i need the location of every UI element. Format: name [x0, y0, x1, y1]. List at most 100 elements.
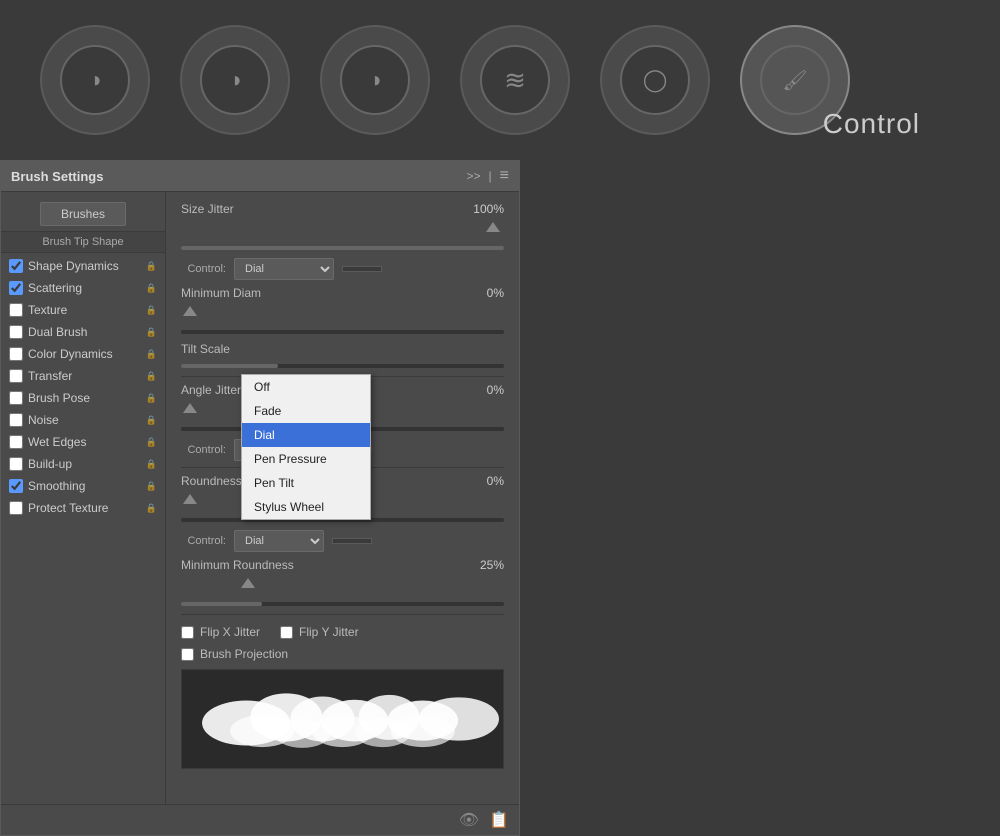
min-roundness-value: 25%: [480, 558, 504, 572]
dropdown-item-fade[interactable]: Fade: [242, 399, 370, 423]
min-diameter-triangle: [183, 306, 197, 316]
angle-jitter-triangle: [183, 403, 197, 413]
flip-y-row: Flip Y Jitter: [280, 625, 359, 639]
flip-x-label: Flip X Jitter: [200, 625, 260, 639]
size-jitter-slider-row: [181, 224, 504, 250]
control-row-label-1: Control:: [181, 263, 226, 275]
min-roundness-row: Minimum Roundness 25%: [181, 558, 504, 572]
sidebar-checkbox-11[interactable]: [9, 501, 23, 515]
min-roundness-triangle: [241, 578, 255, 588]
dropdown-item-pen-pressure[interactable]: Pen Pressure: [242, 447, 370, 471]
brush-preset-5[interactable]: ◯: [600, 25, 710, 135]
sidebar-checkbox-0[interactable]: [9, 259, 23, 273]
sidebar-item-smoothing[interactable]: Smoothing🔒: [1, 475, 165, 497]
copy-icon[interactable]: 📋: [489, 810, 509, 830]
sidebar-item-scattering[interactable]: Scattering🔒: [1, 277, 165, 299]
lock-icon-5: 🔒: [146, 371, 157, 382]
min-roundness-fill: [181, 602, 262, 606]
brushes-btn-container: Brushes: [9, 202, 157, 226]
sidebar-checkbox-9[interactable]: [9, 457, 23, 471]
brushes-button[interactable]: Brushes: [40, 202, 126, 226]
brush-projection-checkbox[interactable]: [181, 648, 194, 661]
sidebar-label-3: Dual Brush: [28, 325, 141, 339]
sidebar-label-9: Build-up: [28, 457, 141, 471]
dropdown-item-stylus-wheel[interactable]: Stylus Wheel: [242, 495, 370, 519]
size-jitter-track: [181, 246, 504, 250]
brush-projection-row: Brush Projection: [181, 647, 504, 661]
preset-icon-6: 🖌: [782, 68, 807, 93]
sidebar-item-brush-pose[interactable]: Brush Pose🔒: [1, 387, 165, 409]
dropdown-item-off[interactable]: Off: [242, 375, 370, 399]
sidebar-label-7: Noise: [28, 413, 141, 427]
sidebar-item-texture[interactable]: Texture 🔒: [1, 299, 165, 321]
brush-settings-panel: Brush Settings >> | ≡ Brushes Brush Tip …: [0, 160, 520, 836]
control-dropdown-overlay: Off Fade Dial Pen Pressure Pen Tilt Styl…: [241, 374, 371, 520]
sidebar-item-dual-brush[interactable]: Dual Brush🔒: [1, 321, 165, 343]
sidebar-label-5: Transfer: [28, 369, 141, 383]
size-jitter-label: Size Jitter: [181, 202, 234, 216]
sidebar-checkbox-4[interactable]: [9, 347, 23, 361]
flip-x-checkbox[interactable]: [181, 626, 194, 639]
dropdown-item-dial[interactable]: Dial: [242, 423, 370, 447]
eye-icon[interactable]: 👁: [459, 810, 479, 830]
sidebar-checkbox-6[interactable]: [9, 391, 23, 405]
sidebar-item-transfer[interactable]: Transfer 🔒: [1, 365, 165, 387]
dropdown-item-pen-tilt[interactable]: Pen Tilt: [242, 471, 370, 495]
sidebar-checkbox-10[interactable]: [9, 479, 23, 493]
sidebar-checkbox-3[interactable]: [9, 325, 23, 339]
sidebar-item-noise[interactable]: Noise 🔒: [1, 409, 165, 431]
sidebar-checkbox-7[interactable]: [9, 413, 23, 427]
brush-preset-4[interactable]: ≋: [460, 25, 570, 135]
angle-jitter-label: Angle Jitter: [181, 383, 241, 397]
sidebar-item-build-up[interactable]: Build-up 🔒: [1, 453, 165, 475]
control-row-label-3: Control:: [181, 535, 226, 547]
menu-icon[interactable]: ≡: [500, 167, 509, 185]
lock-icon-0: 🔒: [146, 261, 157, 272]
lock-icon-9: 🔒: [146, 459, 157, 470]
expand-icon[interactable]: >>: [467, 169, 481, 183]
tilt-scale-label: Tilt Scale: [181, 342, 230, 356]
top-toolbar: ◑ ◑ ◑ ≋ ◯ 🖌 Control: [0, 0, 1000, 160]
preset-icon-1: ◑: [88, 67, 101, 93]
control-select-1[interactable]: Dial: [234, 258, 334, 280]
sidebar-item-wet-edges[interactable]: Wet Edges🔒: [1, 431, 165, 453]
sidebar-label-4: Color Dynamics: [28, 347, 141, 361]
sidebar-label-0: Shape Dynamics: [28, 259, 141, 273]
lock-icon-7: 🔒: [146, 415, 157, 426]
flip-x-row: Flip X Jitter: [181, 625, 260, 639]
sidebar-checkbox-1[interactable]: [9, 281, 23, 295]
tilt-scale-slider-row: [181, 364, 504, 368]
sidebar-checkbox-8[interactable]: [9, 435, 23, 449]
min-roundness-label: Minimum Roundness: [181, 558, 294, 572]
preset-icon-2: ◑: [228, 67, 241, 93]
min-diameter-row: Minimum Diam 0%: [181, 286, 504, 300]
sidebar-label-6: Brush Pose: [28, 391, 141, 405]
panel-content-area: Size Jitter 100% Control: Dial: [166, 192, 519, 804]
angle-jitter-value: 0%: [487, 383, 504, 397]
sidebar-checkbox-5[interactable]: [9, 369, 23, 383]
tilt-scale-fill: [181, 364, 278, 368]
brush-preset-2[interactable]: ◑: [180, 25, 290, 135]
flip-y-checkbox[interactable]: [280, 626, 293, 639]
control-row-1: Control: Dial Off Fade Dial Pen Pressure…: [181, 258, 504, 280]
sidebar-label-8: Wet Edges: [28, 435, 141, 449]
lock-icon-2: 🔒: [146, 305, 157, 316]
brush-tip-shape-label[interactable]: Brush Tip Shape: [1, 231, 165, 253]
brush-preset-1[interactable]: ◑: [40, 25, 150, 135]
panel-body: Brushes Brush Tip Shape Shape Dynamics🔒S…: [1, 192, 519, 804]
sidebar-item-protect-texture[interactable]: Protect Texture🔒: [1, 497, 165, 519]
divider: |: [489, 169, 492, 183]
sidebar-label-2: Texture: [28, 303, 141, 317]
control-select-3[interactable]: Dial: [234, 530, 324, 552]
preset-icon-3: ◑: [368, 67, 381, 93]
sidebar-checkbox-2[interactable]: [9, 303, 23, 317]
brush-projection-label: Brush Projection: [200, 647, 288, 661]
sidebar-item-color-dynamics[interactable]: Color Dynamics🔒: [1, 343, 165, 365]
lock-icon-10: 🔒: [146, 481, 157, 492]
control-input-1: [342, 266, 382, 272]
sidebar-item-shape-dynamics[interactable]: Shape Dynamics 🔒: [1, 255, 165, 277]
control-row-3: Control: Dial: [181, 530, 504, 552]
brush-preset-3[interactable]: ◑: [320, 25, 430, 135]
min-roundness-track: [181, 602, 504, 606]
sidebar-items-list: Shape Dynamics 🔒 Scattering🔒 Texture 🔒 Dual B…: [1, 255, 165, 519]
